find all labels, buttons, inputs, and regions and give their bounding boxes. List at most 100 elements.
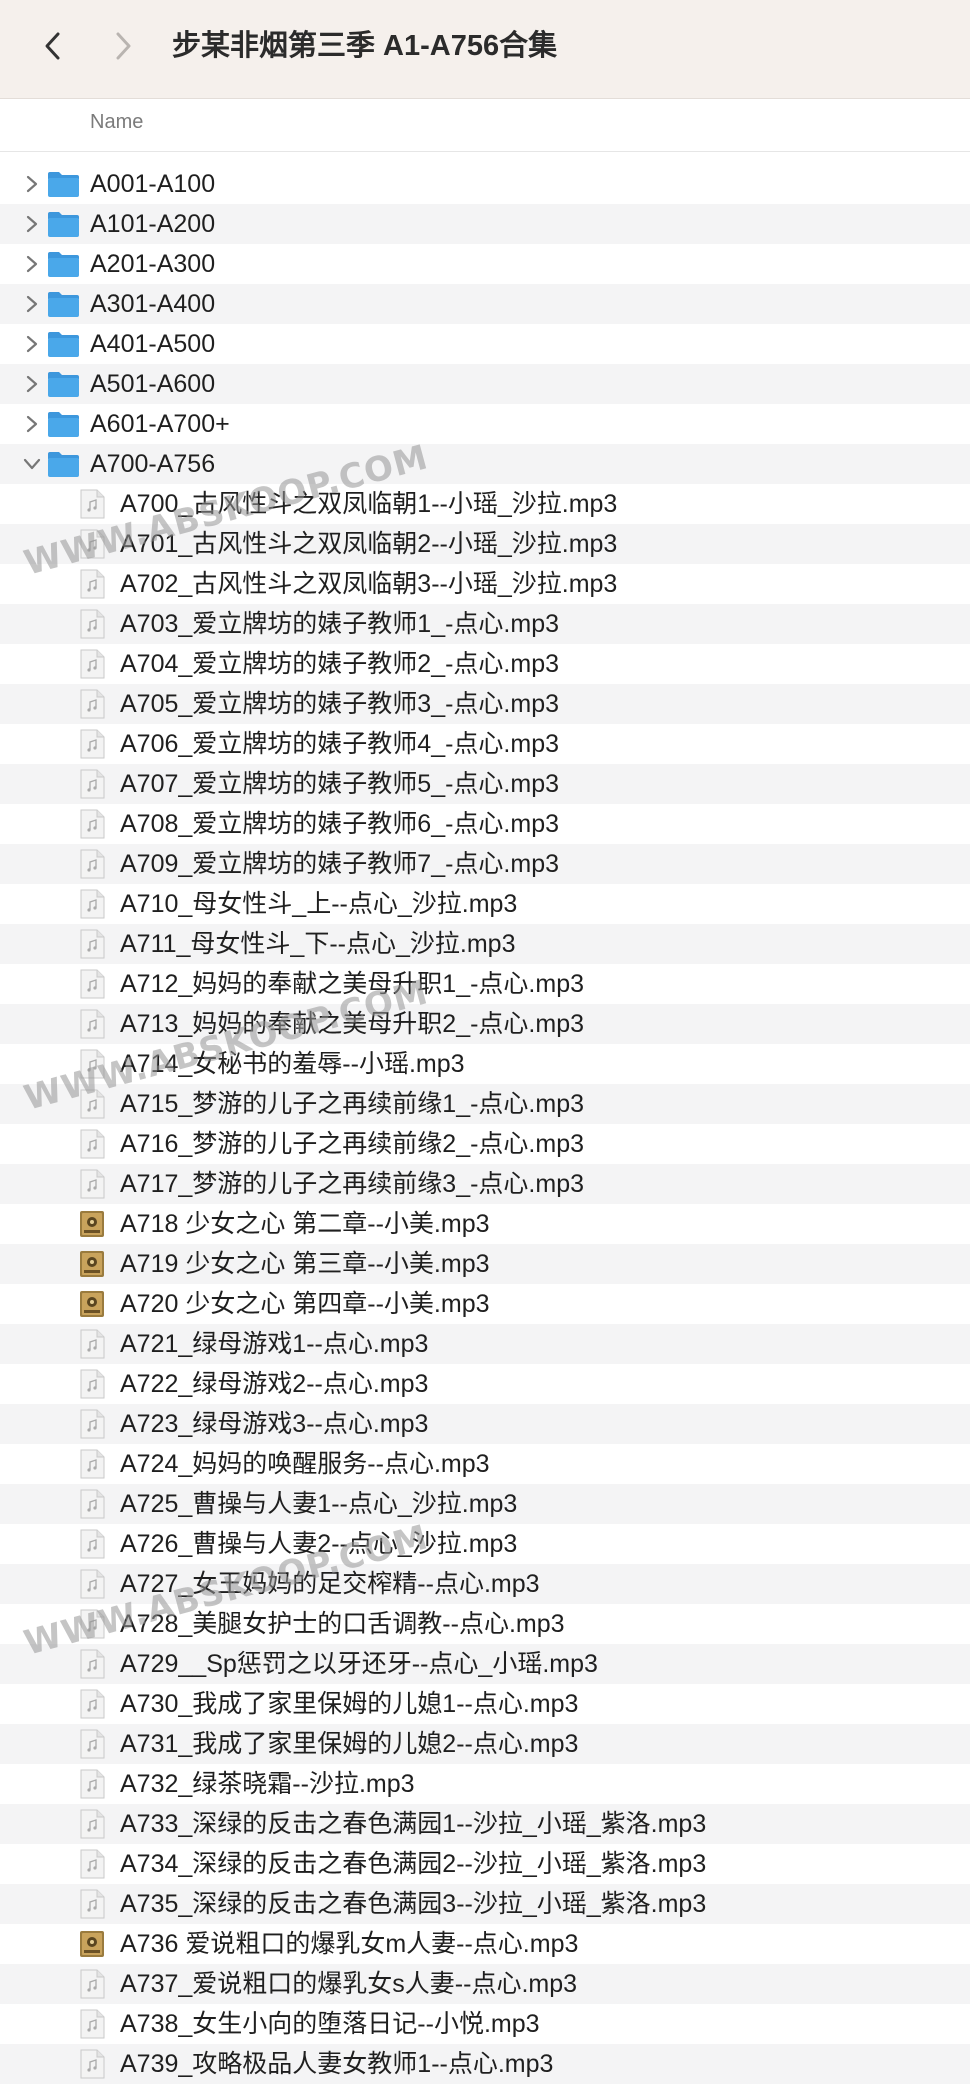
audio-file-icon: [79, 1649, 105, 1679]
folder-icon: [47, 250, 80, 278]
file-row[interactable]: A727_女王妈妈的足交榨精--点心.mp3: [0, 1564, 970, 1604]
chevron-right-icon[interactable]: [22, 293, 42, 315]
chevron-right-icon[interactable]: [22, 413, 42, 435]
file-row[interactable]: A711_母女性斗_下--点心_沙拉.mp3: [0, 924, 970, 964]
audio-file-icon: [79, 889, 105, 919]
file-row[interactable]: A722_绿母游戏2--点心.mp3: [0, 1364, 970, 1404]
file-row[interactable]: A716_梦游的儿子之再续前缘2_-点心.mp3: [0, 1124, 970, 1164]
file-row[interactable]: A704_爱立牌坊的婊子教师2_-点心.mp3: [0, 644, 970, 684]
folder-icon: [47, 410, 80, 438]
audio-file-icon: [79, 1089, 105, 1119]
file-row[interactable]: A725_曹操与人妻1--点心_沙拉.mp3: [0, 1484, 970, 1524]
file-row[interactable]: A730_我成了家里保姆的儿媳1--点心.mp3: [0, 1684, 970, 1724]
chevron-right-icon[interactable]: [22, 253, 42, 275]
forward-button[interactable]: [102, 22, 146, 70]
file-row[interactable]: A705_爱立牌坊的婊子教师3_-点心.mp3: [0, 684, 970, 724]
file-row[interactable]: A721_绿母游戏1--点心.mp3: [0, 1324, 970, 1364]
file-row[interactable]: A738_女生小向的堕落日记--小悦.mp3: [0, 2004, 970, 2044]
chevron-down-icon[interactable]: [22, 453, 42, 475]
file-row[interactable]: A719 少女之心 第三章--小美.mp3: [0, 1244, 970, 1284]
audio-file-icon: [79, 689, 105, 719]
file-name: A739_攻略极品人妻女教师1--点心.mp3: [120, 2050, 554, 2078]
chevron-right-icon[interactable]: [22, 373, 42, 395]
file-name: A710_母女性斗_上--点心_沙拉.mp3: [120, 890, 518, 918]
file-name: A704_爱立牌坊的婊子教师2_-点心.mp3: [120, 650, 560, 678]
folder-name: A401-A500: [90, 330, 216, 358]
audio-file-icon: [79, 1489, 105, 1519]
file-row[interactable]: A734_深绿的反击之春色满园2--沙拉_小瑶_紫洛.mp3: [0, 1844, 970, 1884]
file-row[interactable]: A717_梦游的儿子之再续前缘3_-点心.mp3: [0, 1164, 970, 1204]
audio-file-icon: [79, 569, 105, 599]
audio-file-icon: [79, 1169, 105, 1199]
file-row[interactable]: A718 少女之心 第二章--小美.mp3: [0, 1204, 970, 1244]
audio-file-icon: [79, 609, 105, 639]
file-row[interactable]: A739_攻略极品人妻女教师1--点心.mp3: [0, 2044, 970, 2084]
folder-name: A700-A756: [90, 450, 216, 478]
audio-file-icon: [79, 1569, 105, 1599]
file-row[interactable]: A733_深绿的反击之春色满园1--沙拉_小瑶_紫洛.mp3: [0, 1804, 970, 1844]
file-name: A735_深绿的反击之春色满园3--沙拉_小瑶_紫洛.mp3: [120, 1890, 707, 1918]
file-name: A729__Sp惩罚之以牙还牙--点心_小瑶.mp3: [120, 1650, 598, 1678]
audio-file-icon: [79, 1329, 105, 1359]
file-row[interactable]: A712_妈妈的奉献之美母升职1_-点心.mp3: [0, 964, 970, 1004]
file-row[interactable]: A710_母女性斗_上--点心_沙拉.mp3: [0, 884, 970, 924]
file-name: A726_曹操与人妻2--点心_沙拉.mp3: [120, 1530, 518, 1558]
folder-row[interactable]: A301-A400: [0, 284, 970, 324]
audio-file-icon: [79, 529, 105, 559]
folder-row[interactable]: A001-A100: [0, 164, 970, 204]
file-name: A701_古风性斗之双凤临朝2--小瑶_沙拉.mp3: [120, 530, 618, 558]
folder-row[interactable]: A401-A500: [0, 324, 970, 364]
audio-file-icon: [79, 1609, 105, 1639]
file-name: A702_古风性斗之双凤临朝3--小瑶_沙拉.mp3: [120, 570, 618, 598]
chevron-right-icon[interactable]: [22, 173, 42, 195]
file-row[interactable]: A700_古风性斗之双凤临朝1--小瑶_沙拉.mp3: [0, 484, 970, 524]
file-row[interactable]: A737_爱说粗口的爆乳女s人妻--点心.mp3: [0, 1964, 970, 2004]
folder-icon: [47, 290, 80, 318]
file-name: A719 少女之心 第三章--小美.mp3: [120, 1250, 490, 1278]
file-row[interactable]: A709_爱立牌坊的婊子教师7_-点心.mp3: [0, 844, 970, 884]
file-name: A734_深绿的反击之春色满园2--沙拉_小瑶_紫洛.mp3: [120, 1850, 707, 1878]
file-row[interactable]: A726_曹操与人妻2--点心_沙拉.mp3: [0, 1524, 970, 1564]
file-row[interactable]: A706_爱立牌坊的婊子教师4_-点心.mp3: [0, 724, 970, 764]
file-row[interactable]: A720 少女之心 第四章--小美.mp3: [0, 1284, 970, 1324]
file-row[interactable]: A714_女秘书的羞辱--小瑶.mp3: [0, 1044, 970, 1084]
file-row[interactable]: A703_爱立牌坊的婊子教师1_-点心.mp3: [0, 604, 970, 644]
back-button[interactable]: [30, 22, 74, 70]
file-row[interactable]: A713_妈妈的奉献之美母升职2_-点心.mp3: [0, 1004, 970, 1044]
file-name: A716_梦游的儿子之再续前缘2_-点心.mp3: [120, 1130, 585, 1158]
file-row[interactable]: A715_梦游的儿子之再续前缘1_-点心.mp3: [0, 1084, 970, 1124]
file-row[interactable]: A724_妈妈的唤醒服务--点心.mp3: [0, 1444, 970, 1484]
file-name: A700_古风性斗之双凤临朝1--小瑶_沙拉.mp3: [120, 490, 618, 518]
folder-row[interactable]: A101-A200: [0, 204, 970, 244]
audio-file-icon: [79, 1449, 105, 1479]
folder-row[interactable]: A201-A300: [0, 244, 970, 284]
chevron-right-icon[interactable]: [22, 213, 42, 235]
file-row[interactable]: A723_绿母游戏3--点心.mp3: [0, 1404, 970, 1444]
file-name: A709_爱立牌坊的婊子教师7_-点心.mp3: [120, 850, 560, 878]
file-name: A711_母女性斗_下--点心_沙拉.mp3: [120, 930, 516, 958]
file-row[interactable]: A707_爱立牌坊的婊子教师5_-点心.mp3: [0, 764, 970, 804]
file-row[interactable]: A702_古风性斗之双凤临朝3--小瑶_沙拉.mp3: [0, 564, 970, 604]
folder-row[interactable]: A700-A756: [0, 444, 970, 484]
file-row[interactable]: A729__Sp惩罚之以牙还牙--点心_小瑶.mp3: [0, 1644, 970, 1684]
file-name: A731_我成了家里保姆的儿媳2--点心.mp3: [120, 1730, 579, 1758]
file-name: A725_曹操与人妻1--点心_沙拉.mp3: [120, 1490, 518, 1518]
file-row[interactable]: A701_古风性斗之双凤临朝2--小瑶_沙拉.mp3: [0, 524, 970, 564]
file-row[interactable]: A731_我成了家里保姆的儿媳2--点心.mp3: [0, 1724, 970, 1764]
folder-icon: [47, 210, 80, 238]
file-name: A727_女王妈妈的足交榨精--点心.mp3: [120, 1570, 540, 1598]
folder-name: A001-A100: [90, 170, 216, 198]
chevron-right-icon[interactable]: [22, 333, 42, 355]
folder-row[interactable]: A601-A700+: [0, 404, 970, 444]
audio-file-icon: [79, 1849, 105, 1879]
file-row[interactable]: A708_爱立牌坊的婊子教师6_-点心.mp3: [0, 804, 970, 844]
file-row[interactable]: A728_美腿女护士的口舌调教--点心.mp3: [0, 1604, 970, 1644]
album-art-icon: [79, 1249, 105, 1279]
file-row[interactable]: A732_绿茶晓霜--沙拉.mp3: [0, 1764, 970, 1804]
file-name: A706_爱立牌坊的婊子教师4_-点心.mp3: [120, 730, 560, 758]
file-row[interactable]: A736 爱说粗口的爆乳女m人妻--点心.mp3: [0, 1924, 970, 1964]
audio-file-icon: [79, 729, 105, 759]
file-row[interactable]: A735_深绿的反击之春色满园3--沙拉_小瑶_紫洛.mp3: [0, 1884, 970, 1924]
name-column-header[interactable]: Name: [90, 111, 143, 134]
folder-row[interactable]: A501-A600: [0, 364, 970, 404]
